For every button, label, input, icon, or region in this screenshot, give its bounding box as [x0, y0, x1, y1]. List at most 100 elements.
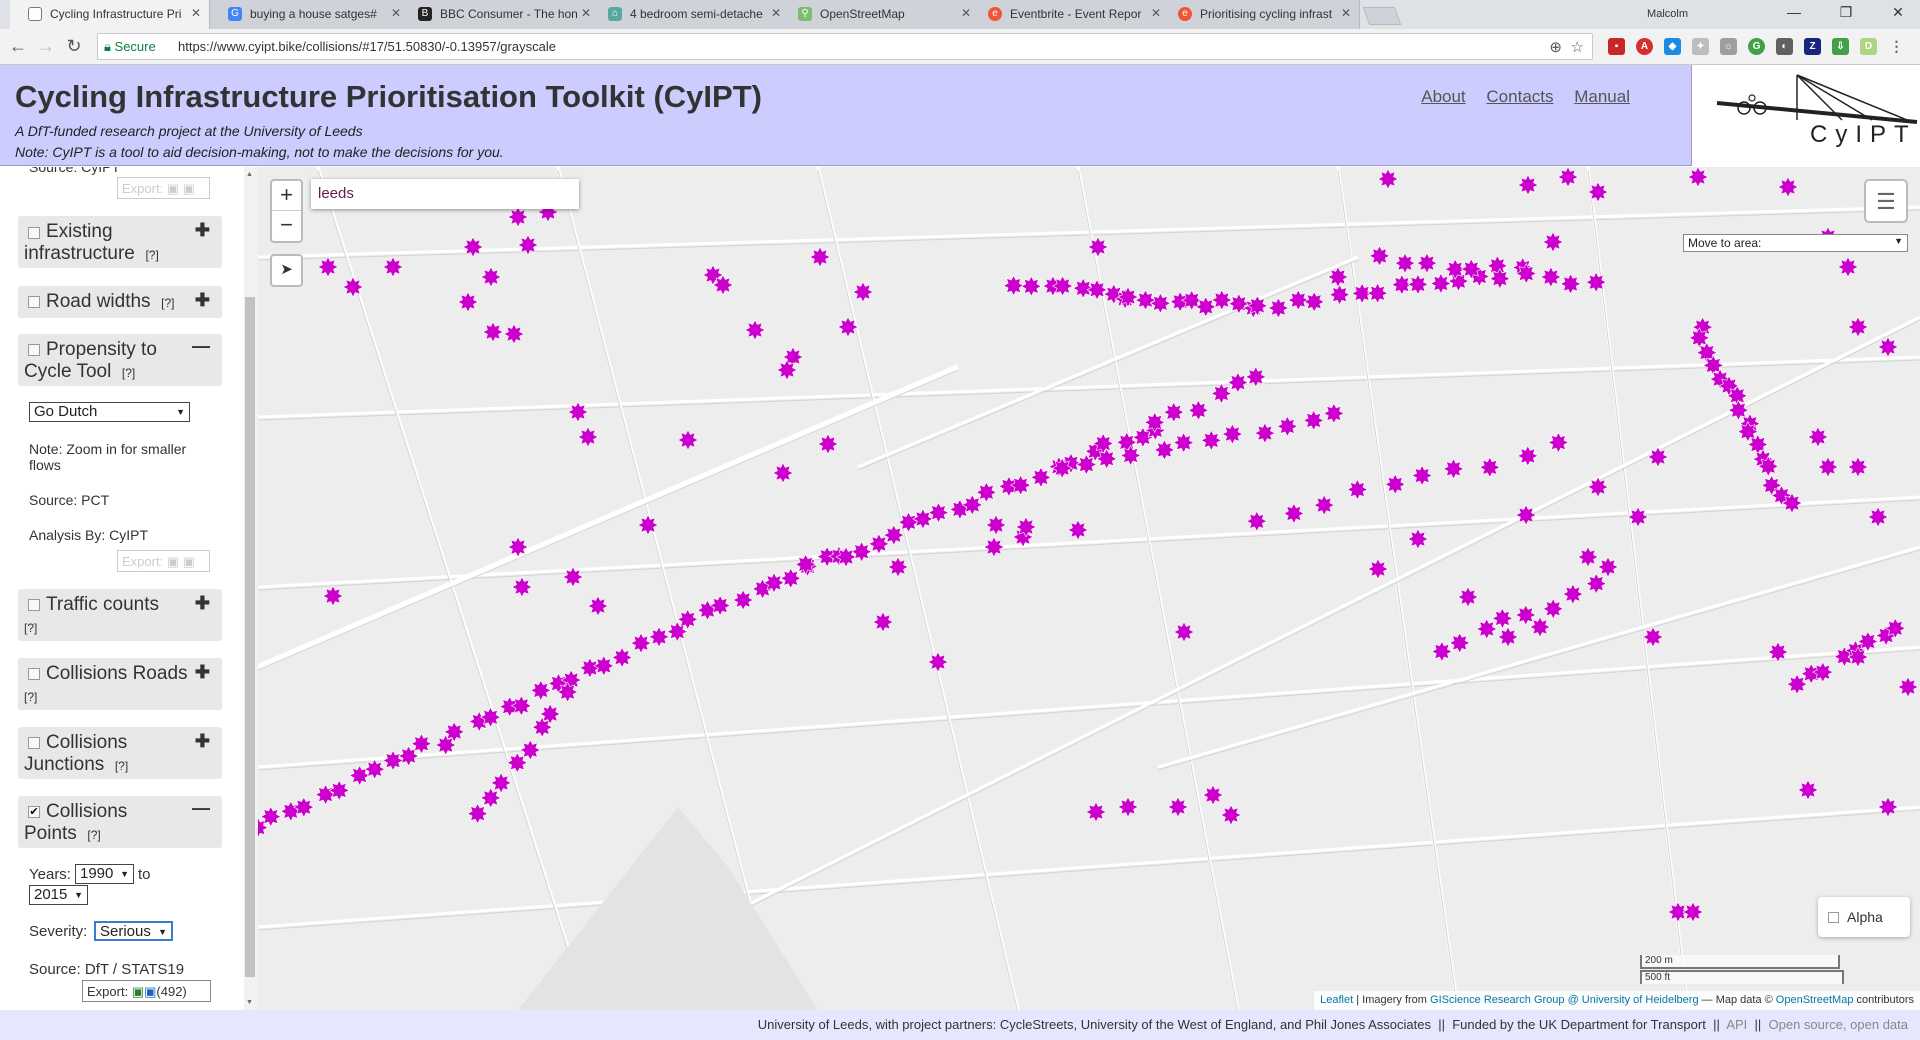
collision-marker	[927, 651, 949, 673]
menu-icon[interactable]: ⋮	[1888, 38, 1905, 55]
export-collisions-button[interactable]: Export: ▣▣(492)	[82, 980, 211, 1002]
minimize-icon[interactable]: —	[1774, 4, 1814, 20]
collision-marker	[1627, 506, 1649, 528]
collision-marker	[883, 524, 905, 546]
severity-select[interactable]: Serious ▼	[94, 921, 173, 941]
url-input[interactable]: 🔒︎ Secure https://www.cyipt.bike/collisi…	[97, 33, 1593, 60]
download-icon[interactable]: ⇩	[1832, 38, 1849, 55]
collision-marker	[1267, 297, 1290, 319]
giscience-link[interactable]: GIScience Research Group @ University of…	[1430, 994, 1699, 1006]
collision-marker	[780, 567, 802, 589]
collision-marker	[1153, 439, 1176, 461]
scroll-up-icon[interactable]: ▲	[246, 171, 253, 178]
help-link[interactable]: [?]	[87, 828, 100, 842]
location-target-icon[interactable]: ⊕	[1549, 38, 1562, 56]
extension-icon[interactable]: ◆	[1664, 38, 1681, 55]
collapse-minus-icon[interactable]: —	[192, 336, 210, 357]
export-button-disabled: Export: ▣ ▣	[117, 550, 210, 572]
tab-zoopla[interactable]: ⌂ 4 bedroom semi-detache ✕	[590, 0, 790, 29]
help-link[interactable]: [?]	[145, 248, 158, 262]
collision-count: (492)	[156, 984, 187, 999]
tab-google[interactable]: G buying a house satges# ✕	[210, 0, 410, 29]
collision-marker	[1287, 289, 1309, 311]
extension-icon[interactable]: ◐	[1776, 38, 1793, 55]
layers-icon[interactable]: ☰	[1864, 179, 1908, 223]
bookmark-star-icon[interactable]: ☆	[1571, 38, 1584, 56]
restore-icon[interactable]: ❐	[1826, 4, 1866, 21]
zoom-in-button[interactable]: +	[272, 181, 301, 211]
extension-icon[interactable]: ☼	[1720, 38, 1737, 55]
collision-marker	[897, 511, 920, 533]
about-link[interactable]: About	[1421, 87, 1465, 106]
google-icon: G	[228, 7, 242, 21]
collision-marker	[1847, 646, 1869, 668]
map-search-input[interactable]: leeds	[311, 179, 579, 209]
help-link[interactable]: [?]	[161, 296, 174, 310]
help-link[interactable]: [?]	[122, 366, 135, 380]
zoom-out-button[interactable]: −	[272, 211, 301, 241]
help-link[interactable]: [?]	[24, 690, 37, 704]
expand-plus-icon[interactable]: ✚	[195, 662, 210, 683]
eventbrite-icon: e	[988, 7, 1002, 21]
help-link[interactable]: [?]	[24, 621, 37, 635]
tab-cyipt[interactable]: Cycling Infrastructure Pri ✕	[10, 0, 210, 30]
year-from-select[interactable]: 1990 ▼	[75, 864, 134, 884]
close-icon[interactable]: ✕	[1341, 6, 1351, 20]
move-to-area-select[interactable]: Move to area: ▼	[1683, 234, 1908, 252]
reload-icon[interactable]: ↻	[62, 36, 86, 57]
extension-icon[interactable]: ✦	[1692, 38, 1709, 55]
collision-marker	[443, 721, 465, 743]
expand-plus-icon[interactable]: ✚	[195, 593, 210, 614]
manual-link[interactable]: Manual	[1574, 87, 1630, 106]
collision-marker	[1228, 293, 1250, 315]
back-icon[interactable]: ←	[6, 36, 30, 57]
contacts-link[interactable]: Contacts	[1486, 87, 1553, 106]
tab-bbc[interactable]: B BBC Consumer - The hon ✕	[400, 0, 600, 29]
panel-collisions-roads: Collisions Roads [?] ✚	[18, 658, 222, 710]
extension-icon[interactable]: ▪	[1608, 38, 1625, 55]
year-to-select[interactable]: 2015 ▼	[29, 885, 88, 905]
collapse-minus-icon[interactable]: —	[192, 798, 210, 819]
tab-title: BBC Consumer - The hon	[440, 7, 578, 21]
expand-plus-icon[interactable]: ✚	[195, 220, 210, 241]
collision-marker	[1757, 455, 1779, 477]
close-icon[interactable]: ✕	[191, 6, 201, 20]
collision-map[interactable]: + − ➤ leeds ☰ Move to area: ▼ Alpha 200 m…	[258, 167, 1920, 1010]
browser-user[interactable]: Malcolm	[1647, 8, 1688, 20]
alpha-toggle[interactable]: Alpha	[1818, 897, 1910, 937]
scroll-down-icon[interactable]: ▼	[246, 999, 253, 1006]
close-window-icon[interactable]: ✕	[1878, 4, 1918, 21]
api-link[interactable]: API	[1726, 1017, 1747, 1032]
collision-marker	[1087, 236, 1109, 258]
forward-icon[interactable]: →	[34, 36, 58, 57]
collision-marker	[1009, 474, 1032, 496]
open-source-link[interactable]: Open source, open data	[1769, 1017, 1909, 1032]
tab-eventbrite[interactable]: e Eventbrite - Event Repor ✕	[970, 0, 1170, 29]
locate-me-icon[interactable]: ➤	[270, 254, 303, 287]
expand-plus-icon[interactable]: ✚	[195, 290, 210, 311]
pct-scenario-select[interactable]: Go Dutch ▼	[29, 402, 190, 422]
panel-collisions-junctions: Collisions Junctions [?] ✚	[18, 727, 222, 779]
new-tab-button[interactable]	[1362, 7, 1402, 25]
osm-link[interactable]: OpenStreetMap	[1776, 994, 1854, 1006]
cyipt-logo[interactable]: CyIPT	[1691, 65, 1920, 166]
tab-prioritising[interactable]: e Prioritising cycling infrast ✕	[1160, 0, 1360, 29]
help-link[interactable]: [?]	[115, 759, 128, 773]
zotero-icon[interactable]: Z	[1804, 38, 1821, 55]
cyipt-source: Source: CyIPT	[29, 167, 121, 175]
extension-icon[interactable]: D	[1860, 38, 1877, 55]
tab-osm[interactable]: ⚲ OpenStreetMap ✕	[780, 0, 980, 29]
collision-marker	[1117, 796, 1139, 818]
collision-marker	[410, 733, 433, 755]
collision-marker	[317, 256, 339, 278]
collision-marker	[1085, 801, 1107, 823]
collision-marker	[1051, 457, 1073, 479]
collision-marker	[482, 321, 504, 343]
panel-title: Collisions Roads [?]	[24, 663, 199, 708]
sidebar-scroll-thumb[interactable]	[245, 297, 255, 977]
adblock-icon[interactable]: A	[1636, 38, 1653, 55]
alpha-checkbox[interactable]	[1828, 912, 1839, 923]
leaflet-link[interactable]: Leaflet	[1320, 994, 1353, 1006]
grammarly-icon[interactable]: G	[1748, 38, 1765, 55]
expand-plus-icon[interactable]: ✚	[195, 731, 210, 752]
